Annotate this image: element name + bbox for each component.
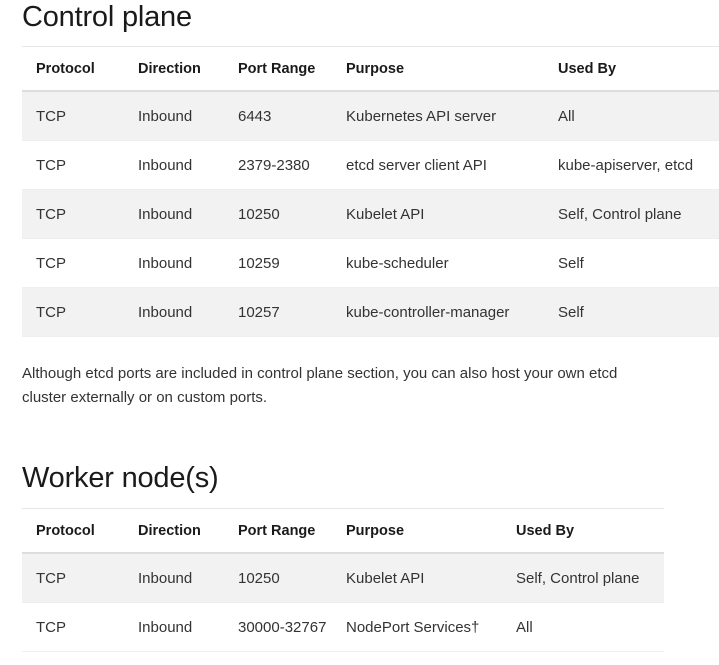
table-row: TCP Inbound 10259 kube-scheduler Self: [22, 238, 719, 288]
page-title-control-plane: Control plane: [22, 1, 192, 33]
cell-protocol: TCP: [22, 140, 124, 190]
cell-used-by: Self: [544, 287, 719, 337]
cell-protocol: TCP: [22, 91, 124, 141]
column-header-purpose: Purpose: [332, 508, 502, 554]
cell-port-range: 30000-32767: [224, 602, 332, 652]
table-row: TCP Inbound 2379-2380 etcd server client…: [22, 140, 719, 190]
table-header: Protocol Direction Port Range Purpose Us…: [22, 46, 719, 92]
table-row: TCP Inbound 10257 kube-controller-manage…: [22, 287, 719, 337]
cell-purpose: NodePort Services†: [332, 602, 502, 652]
page-title-worker-nodes: Worker node(s): [22, 462, 219, 494]
cell-purpose: kube-controller-manager: [332, 287, 544, 337]
column-header-port-range: Port Range: [224, 508, 332, 554]
control-plane-note: Although etcd ports are included in cont…: [22, 365, 618, 406]
cell-purpose: Kubelet API: [332, 553, 502, 603]
document-page: Control plane Protocol Direction Port Ra…: [0, 0, 719, 665]
cell-purpose: Kubernetes API server: [332, 91, 544, 141]
table-row: TCP Inbound 30000-32767 NodePort Service…: [22, 602, 664, 652]
column-header-used-by: Used By: [502, 508, 664, 554]
column-header-used-by: Used By: [544, 46, 719, 92]
column-header-direction: Direction: [124, 508, 224, 554]
cell-direction: Inbound: [124, 189, 224, 239]
column-header-purpose: Purpose: [332, 46, 544, 92]
cell-protocol: TCP: [22, 287, 124, 337]
cell-used-by: Self, Control plane: [544, 189, 719, 239]
cell-protocol: TCP: [22, 238, 124, 288]
cell-direction: Inbound: [124, 553, 224, 603]
cell-port-range: 6443: [224, 91, 332, 141]
column-header-protocol: Protocol: [22, 508, 124, 554]
column-header-port-range: Port Range: [224, 46, 332, 92]
cell-used-by: All: [502, 602, 664, 652]
table-row: TCP Inbound 6443 Kubernetes API server A…: [22, 91, 719, 141]
table-body: TCP Inbound 6443 Kubernetes API server A…: [22, 91, 719, 337]
table-row: TCP Inbound 10250 Kubelet API Self, Cont…: [22, 553, 664, 603]
cell-direction: Inbound: [124, 238, 224, 288]
column-header-protocol: Protocol: [22, 46, 124, 92]
cell-purpose: etcd server client API: [332, 140, 544, 190]
cell-protocol: TCP: [22, 602, 124, 652]
column-header-direction: Direction: [124, 46, 224, 92]
cell-direction: Inbound: [124, 602, 224, 652]
table-row: TCP Inbound 10250 Kubelet API Self, Cont…: [22, 189, 719, 239]
cell-purpose: Kubelet API: [332, 189, 544, 239]
cell-used-by: All: [544, 91, 719, 141]
cell-purpose: kube-scheduler: [332, 238, 544, 288]
cell-protocol: TCP: [22, 189, 124, 239]
cell-protocol: TCP: [22, 553, 124, 603]
cell-direction: Inbound: [124, 140, 224, 190]
cell-port-range: 2379-2380: [224, 140, 332, 190]
table-header-row: Protocol Direction Port Range Purpose Us…: [22, 46, 719, 92]
cell-used-by: kube-apiserver, etcd: [544, 140, 719, 190]
table-body: TCP Inbound 10250 Kubelet API Self, Cont…: [22, 553, 664, 652]
cell-used-by: Self, Control plane: [502, 553, 664, 603]
control-plane-ports-table: Protocol Direction Port Range Purpose Us…: [22, 46, 719, 337]
table-header: Protocol Direction Port Range Purpose Us…: [22, 508, 664, 554]
cell-direction: Inbound: [124, 91, 224, 141]
cell-port-range: 10250: [224, 189, 332, 239]
cell-port-range: 10250: [224, 553, 332, 603]
table-header-row: Protocol Direction Port Range Purpose Us…: [22, 508, 664, 554]
cell-used-by: Self: [544, 238, 719, 288]
cell-port-range: 10257: [224, 287, 332, 337]
cell-direction: Inbound: [124, 287, 224, 337]
worker-nodes-ports-table: Protocol Direction Port Range Purpose Us…: [22, 508, 664, 652]
cell-port-range: 10259: [224, 238, 332, 288]
